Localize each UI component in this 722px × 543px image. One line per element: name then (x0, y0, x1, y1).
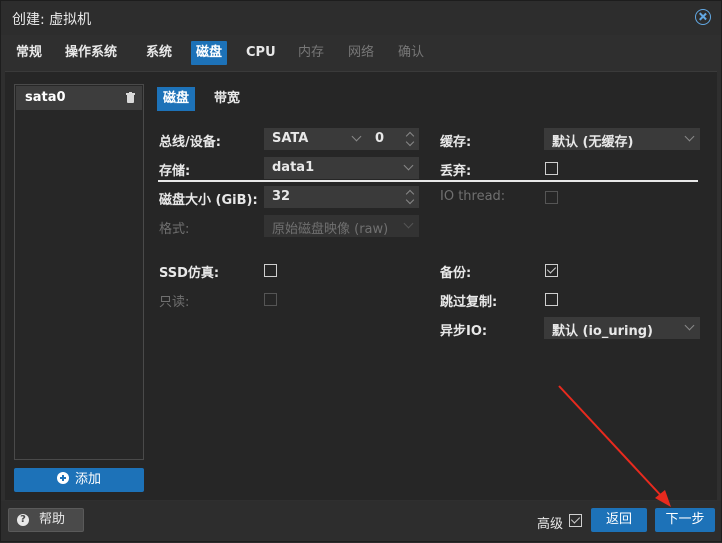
create-vm-dialog: 创建: 虚拟机 常规 操作系统 系统 磁盘 CPU 内存 网络 确认 sata0… (0, 0, 722, 542)
arrow-shaft (558, 385, 667, 502)
annotation-arrow (558, 385, 671, 507)
